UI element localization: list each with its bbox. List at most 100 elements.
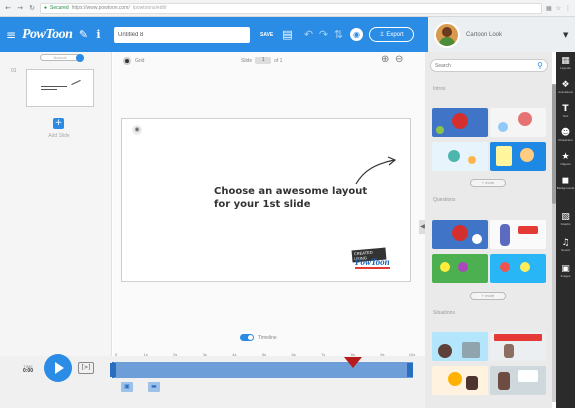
layout-card[interactable] [490,254,546,283]
user-account-area[interactable]: Cartoon Look ▼ [428,17,575,52]
layout-card[interactable] [490,366,546,395]
undo-icon[interactable]: ↶ [301,28,316,41]
playhead-marker[interactable] [343,357,362,368]
bookmark-star-icon[interactable]: ☆ [556,5,561,12]
timeline-tick-label: 6s [291,352,296,357]
save-button[interactable]: SAVE [260,32,280,38]
hamburger-menu-icon[interactable]: ≡ [0,28,22,42]
style-brush-icon[interactable]: ✎ [76,28,91,41]
preview-eye-icon[interactable]: ◉ [350,28,363,41]
timeline-tick-label: 2s [173,352,178,357]
view-mode-dot[interactable] [76,54,84,62]
hint-arrow-icon [355,156,397,185]
track-audio-icon[interactable]: ▬ [148,382,160,392]
layout-card[interactable] [432,108,488,137]
document-icon[interactable]: ▤ [280,28,295,41]
timeline-toggle[interactable]: Timeline [240,334,277,341]
objects-icon: ★ [561,152,570,162]
backgrounds-icon: ◼ [561,176,570,186]
grid-radio[interactable] [123,57,131,65]
strip-item-sound[interactable]: ♫ Sound [556,238,575,252]
presentation-title-input[interactable] [114,26,250,43]
grid-toggle[interactable]: Grid [123,57,144,65]
user-avatar[interactable] [434,21,460,48]
slide-counter: Slide 1 of 1 [241,57,282,64]
strip-item-characters[interactable]: ☻ Characters [556,128,575,142]
slide-counter-label: Slide [241,57,253,64]
layout-card[interactable] [490,142,546,171]
layout-card[interactable] [432,220,488,249]
slide-thumbnail[interactable] [26,69,94,107]
add-slide-label[interactable]: Add Slide [42,133,76,139]
timeline-tick-label: 7s [321,352,326,357]
zoom-out-icon[interactable]: ⊖ [395,54,403,65]
slides-panel: Normal 01 + Add Slide [0,52,112,356]
track-end-handle[interactable] [407,363,413,377]
strip-item-images[interactable]: ▣ Images [556,264,575,278]
sound-icon: ♫ [561,238,570,248]
images-icon: ▣ [561,264,570,274]
export-icon: ⇫ [379,31,385,38]
graphs-icon: ▧ [561,212,570,222]
layout-card[interactable] [490,332,546,361]
thumb-text-line [41,86,67,87]
view-mode-pill[interactable]: Normal [40,54,80,61]
more-intros-button[interactable]: + more [470,179,506,187]
strip-item-layouts[interactable]: ▦ Layouts [556,56,575,70]
layouts-icon: ▦ [561,56,570,66]
redo-icon[interactable]: ↷ [316,28,331,41]
slide-counter-field[interactable]: 1 [255,57,272,64]
strip-item-graphs[interactable]: ▧ Graphs [556,212,575,226]
grid-label: Grid [135,58,145,64]
play-button[interactable] [44,354,72,382]
more-questions-button[interactable]: + more [470,292,506,300]
slide-counter-total: of 1 [274,57,283,64]
slide-canvas[interactable]: ◉ Choose an awesome layout for your 1st … [121,118,411,282]
layout-card[interactable] [432,142,488,171]
search-input[interactable] [435,62,538,69]
section-label-intros: Intros [433,86,446,92]
browser-menu-icon[interactable]: ⋮ [565,5,571,12]
animations-icon: ❖ [561,80,570,90]
add-slide-button[interactable]: + [53,118,64,129]
category-strip: ▦ Layouts ❖ Animations T Text ☻ Characte… [556,52,575,408]
security-label: Secured [50,5,69,11]
layout-hint-line-2: for your 1st slide [214,199,311,210]
characters-icon: ☻ [560,128,571,138]
section-label-questions: Questions [433,197,456,203]
zoom-in-icon[interactable]: ⊕ [381,54,389,65]
search-icon[interactable]: ⚲ [537,61,543,70]
strip-item-animations[interactable]: ❖ Animations [556,80,575,94]
layout-card[interactable] [490,108,546,137]
thumb-text-line [41,89,57,90]
app-logo[interactable]: PowToon [22,27,76,43]
layout-search[interactable]: ⚲ [430,59,548,72]
powtoon-watermark: CREATED USING PowToon [351,247,390,273]
track-layer-icon[interactable]: ▣ [121,382,133,392]
timeline-track[interactable] [112,362,413,378]
layout-card[interactable] [432,366,488,395]
slide-settings-icon[interactable]: ◉ [132,125,142,135]
editor-toolbar: ≡ PowToon ✎ i SAVE ▤ ↶ ↷ ⇅ ◉ ⇫ Export Ca… [0,17,575,52]
back-icon[interactable]: ← [4,4,12,12]
layout-card[interactable] [490,220,546,249]
chevron-down-icon[interactable]: ▼ [563,31,575,39]
split-icon[interactable]: ⇅ [331,28,346,41]
forward-icon[interactable]: → [16,4,24,12]
timeline-toggle-switch[interactable] [240,334,254,341]
timeline-ruler: 0 1s 2s 3s 4s 5s 6s 7s 8s 9s 10s [112,352,415,360]
address-bar[interactable]: ● Secured https://www.powtoon.com/ /powt… [40,2,542,14]
step-forward-button[interactable]: [>] [78,362,94,374]
extension-icon[interactable]: ▦ [546,5,552,12]
track-start-handle[interactable] [110,363,116,377]
layout-hint-text: Choose an awesome layout for your 1st sl… [214,185,374,211]
info-icon[interactable]: i [91,28,106,41]
export-button[interactable]: ⇫ Export [369,27,414,42]
url-text: https://www.powtoon.com/ [71,5,130,11]
layout-card[interactable] [432,332,488,361]
layout-card[interactable] [432,254,488,283]
strip-item-text[interactable]: T Text [556,104,575,118]
strip-item-objects[interactable]: ★ Objects [556,152,575,166]
reload-icon[interactable]: ↻ [28,4,36,12]
strip-item-backgrounds[interactable]: ◼ Backgrounds [556,176,575,190]
